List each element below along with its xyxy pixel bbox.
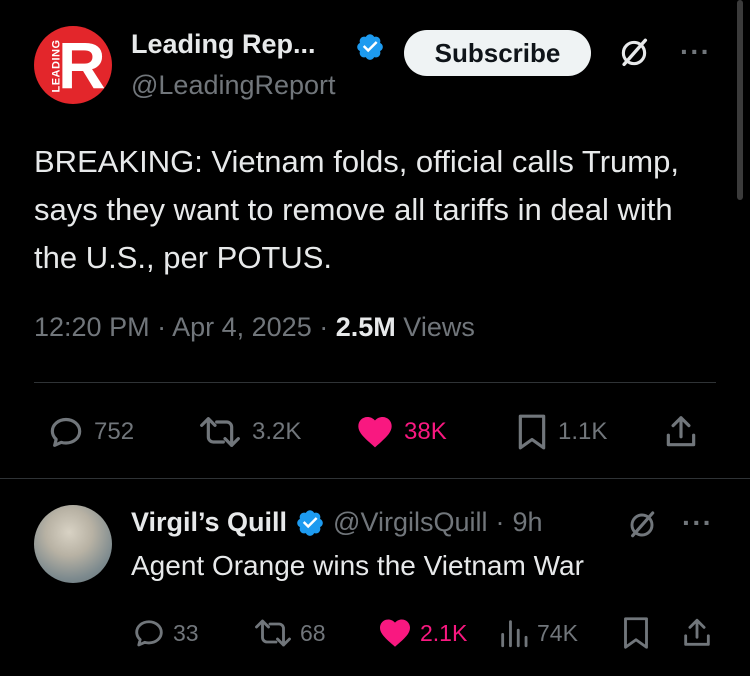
like-count: 38K bbox=[404, 418, 447, 445]
reply-repost-button[interactable]: 68 bbox=[252, 615, 326, 651]
reply-like-count: 2.1K bbox=[420, 619, 468, 646]
reply-repost-count: 68 bbox=[300, 619, 326, 646]
reply-views-count: 74K bbox=[537, 619, 578, 646]
author-handle[interactable]: @LeadingReport bbox=[131, 70, 336, 101]
grok-icon[interactable] bbox=[626, 509, 658, 541]
repost-button[interactable]: 3.2K bbox=[196, 412, 301, 452]
reply-separator: · bbox=[495, 507, 505, 537]
grok-icon[interactable] bbox=[617, 36, 651, 70]
reply-reply-button[interactable]: 33 bbox=[131, 615, 199, 651]
reply-icon bbox=[135, 620, 163, 647]
meta-separator: · bbox=[319, 312, 329, 342]
repost-count: 3.2K bbox=[252, 418, 302, 445]
heart-icon bbox=[358, 417, 392, 448]
reply-age[interactable]: 9h bbox=[513, 507, 543, 538]
bookmark-icon[interactable] bbox=[620, 615, 652, 651]
tweet-text: BREAKING: Vietnam folds, official calls … bbox=[34, 144, 679, 275]
verified-badge-icon bbox=[297, 509, 323, 536]
views-count: 2.5M bbox=[335, 312, 396, 342]
bookmark-button[interactable]: 1.1K bbox=[514, 412, 607, 452]
share-icon[interactable] bbox=[680, 615, 714, 651]
repost-icon bbox=[200, 417, 240, 447]
reply-count: 752 bbox=[94, 418, 135, 445]
more-options-icon[interactable]: ··· bbox=[682, 507, 713, 539]
views-label: Views bbox=[403, 312, 475, 342]
reply-reply-count: 33 bbox=[173, 619, 199, 646]
heart-icon bbox=[380, 619, 410, 647]
views-icon bbox=[501, 620, 528, 648]
reply-button[interactable]: 752 bbox=[46, 412, 134, 452]
share-button[interactable] bbox=[662, 412, 700, 452]
reply-avatar[interactable] bbox=[34, 505, 112, 583]
bookmark-count: 1.1K bbox=[558, 418, 608, 445]
more-options-icon[interactable]: ··· bbox=[680, 36, 711, 68]
share-icon bbox=[666, 416, 696, 447]
reply-icon bbox=[50, 417, 82, 447]
meta-separator: · bbox=[157, 312, 167, 342]
verified-badge-icon bbox=[357, 34, 383, 60]
reply-author-name[interactable]: Virgil’s Quill bbox=[131, 507, 287, 538]
avatar-letter: R bbox=[58, 28, 106, 102]
divider bbox=[0, 478, 750, 479]
reply-author-handle[interactable]: @VirgilsQuill bbox=[333, 507, 487, 538]
bookmark-icon bbox=[518, 414, 546, 450]
divider bbox=[34, 382, 716, 383]
tweet-meta: 12:20 PM · Apr 4, 2025 · 2.5M Views bbox=[34, 312, 475, 343]
reply-header: Virgil’s Quill @VirgilsQuill · 9h bbox=[131, 507, 543, 538]
author-name[interactable]: Leading Rep... bbox=[131, 29, 316, 60]
scrollbar[interactable] bbox=[737, 0, 743, 200]
reply-views-button[interactable]: 74K bbox=[497, 615, 578, 651]
like-button[interactable]: 38K bbox=[354, 412, 447, 452]
tweet-date[interactable]: Apr 4, 2025 bbox=[172, 312, 312, 342]
reply-like-button[interactable]: 2.1K bbox=[376, 615, 467, 651]
subscribe-button[interactable]: Subscribe bbox=[404, 30, 591, 76]
tweet-time[interactable]: 12:20 PM bbox=[34, 312, 150, 342]
reply-text: Agent Orange wins the Vietnam War bbox=[131, 550, 584, 581]
avatar[interactable]: LEADING R bbox=[34, 26, 112, 104]
repost-icon bbox=[255, 619, 291, 647]
